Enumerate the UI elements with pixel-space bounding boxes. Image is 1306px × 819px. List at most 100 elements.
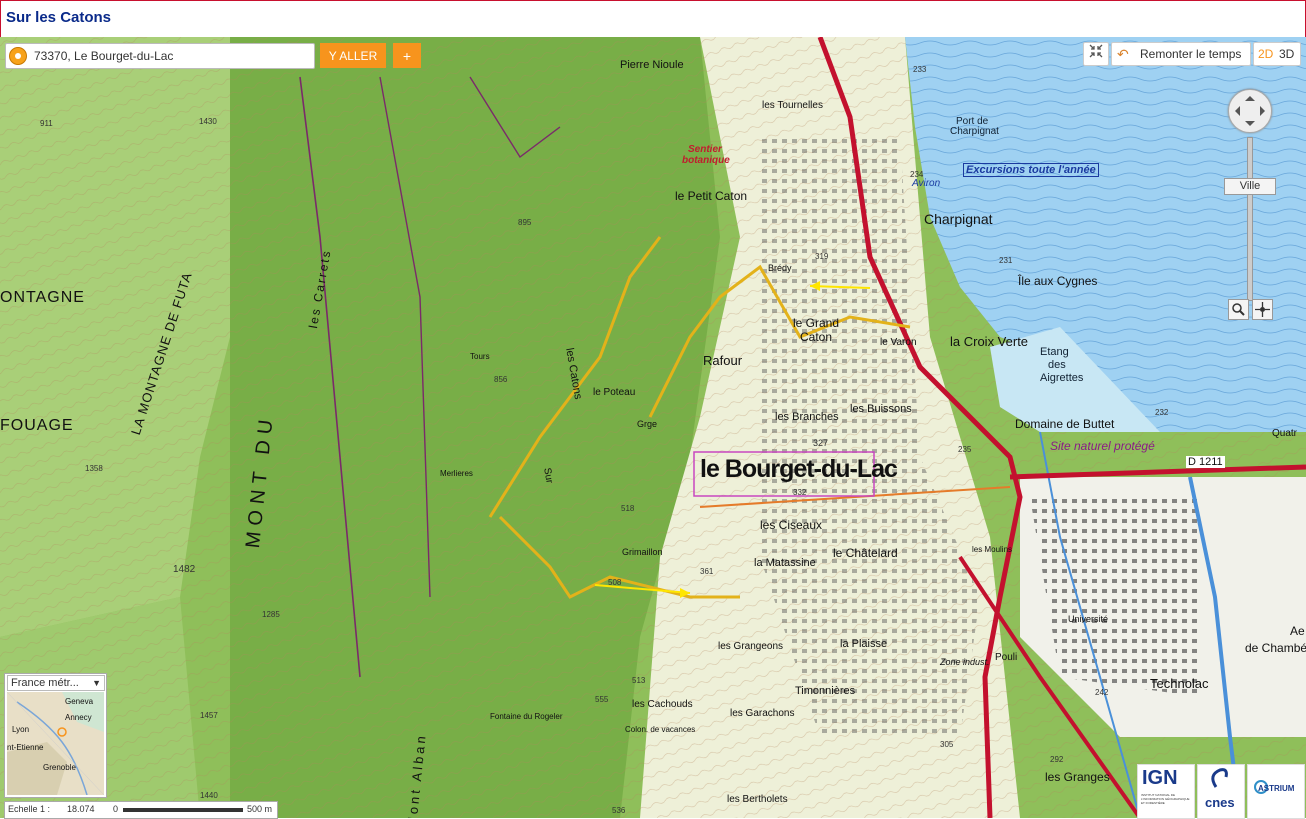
page-title: Sur les Catons [6,9,112,26]
place-label: les Grangeons [718,641,784,652]
place-label: Pierre Nioule [620,59,684,71]
elevation: 361 [700,567,714,576]
history-button[interactable]: ↶ Remonter le temps [1111,42,1251,66]
place-label: ONTAGNE [0,289,85,306]
go-button[interactable]: Y ALLER [320,43,386,68]
mode-2d-button[interactable]: 2D [1258,43,1273,65]
elevation: 292 [1050,755,1064,764]
undo-arrow-icon: ↶ [1117,46,1129,62]
view-mode-toggle[interactable]: 2D 3D [1253,42,1301,66]
place-label: Etang [1040,346,1069,358]
center-button[interactable] [1252,299,1273,320]
place-label: le Grand [793,316,840,330]
pan-control[interactable] [1228,89,1272,133]
elevation: 1440 [200,791,218,800]
elevation: 518 [621,504,635,513]
town-label: le Bourget-du-Lac [700,455,898,483]
scale-value: 18.074 [67,804,95,814]
elevation: 305 [940,740,954,749]
place-label: Technolac [1150,676,1209,691]
elevation: 232 [1155,408,1169,417]
place-label: Charpignat [950,126,999,137]
elevation: 1482 [173,564,196,575]
lake-excursions-label: Excursions toute l'année [963,163,1099,177]
elevation: 856 [494,375,508,384]
place-label: Quatr [1272,428,1298,439]
plus-button[interactable]: + [393,43,421,68]
locate-icon[interactable] [9,47,27,65]
place-label: Grimaillon [622,547,663,557]
history-label: Remonter le temps [1140,47,1242,61]
place-label: Charpignat [924,211,993,227]
scale-graphic [123,808,243,812]
minimap-place: Geneva [65,697,94,706]
place-label: FOUAGE [0,417,74,434]
place-label: le Poteau [593,387,636,398]
place-label: Timonnières [795,685,856,697]
place-label: le Châtelard [833,546,898,560]
place-label: les Garachons [730,708,795,719]
place-label: les Moulins [972,545,1013,554]
place-label: Tours [470,352,490,361]
place-label: Fontaine du Rogeler [490,712,563,721]
zoom-slider[interactable] [1247,137,1253,301]
place-label: Pouli [995,652,1018,663]
mode-3d-button[interactable]: 3D [1279,43,1294,65]
pan-up-icon[interactable] [1245,91,1255,101]
minimap-place: Grenoble [43,763,76,772]
elevation: 242 [1095,688,1109,697]
elevation: 513 [632,676,646,685]
elevation: 233 [913,65,927,74]
elevation: 1457 [200,711,218,720]
minimap-place: Lyon [12,725,30,734]
place-label: Zone indust. [940,657,990,667]
place-label: Aviron [912,178,941,189]
map-view[interactable]: le Bourget-du-Lac le Petit Caton Pierre … [0,37,1306,818]
collapse-icon [1089,44,1103,58]
basemap-select[interactable]: France métr... ▼ [7,675,105,691]
elevation: 555 [595,695,609,704]
place-label: Domaine de Buttet [1015,417,1115,431]
search-input[interactable] [32,46,314,66]
elevation: 508 [608,578,622,587]
pan-down-icon[interactable] [1245,121,1255,131]
place-label: botanique [682,155,730,166]
search-box[interactable] [5,43,315,69]
place-label: Brédy [768,263,792,273]
scale-end: 500 m [247,804,273,814]
overview-map[interactable]: France métr... ▼ Geneva Annecy Lyon nt-E… [4,673,107,798]
place-label: les Buissons [850,403,912,415]
place-label: le Petit Caton [675,189,748,203]
elevation: 327 [813,438,829,448]
place-label: la Plaisse [840,638,888,650]
place-label: Ae [1290,624,1305,638]
elevation: 1430 [199,117,217,126]
protected-site-label: Site naturel protégé [1050,439,1155,453]
ign-logo: IGN INSTITUT NATIONAL DE L'INFORMATION G… [1137,764,1195,819]
place-label: les Bertholets [727,794,788,805]
place-label: Colon. de vacances [625,725,696,734]
place-label: Rafour [703,353,743,368]
place-label: Île aux Cygnes [1018,274,1098,288]
minimap[interactable]: Geneva Annecy Lyon nt-Etienne Grenoble [7,692,104,795]
zoom-search-button[interactable] [1228,299,1249,320]
zoom-level-label[interactable]: Ville [1224,178,1276,195]
place-label: Université [1068,614,1109,624]
fullscreen-button[interactable] [1083,42,1109,66]
elevation: 235 [958,445,972,454]
pan-left-icon[interactable] [1230,106,1240,116]
elevation: 1285 [262,610,280,619]
place-label: les Ciseaux [760,518,823,532]
elevation: 319 [815,252,829,261]
elevation: 1358 [85,464,103,473]
basemap-value: France métr... [11,677,79,689]
cnes-swirl-icon [1211,768,1228,788]
pan-right-icon[interactable] [1260,106,1270,116]
place-label: de Chambé [1245,641,1306,655]
provider-logos: IGN INSTITUT NATIONAL DE L'INFORMATION G… [1137,764,1305,819]
minimap-place: nt-Etienne [7,743,44,752]
place-label: Sentier [688,144,722,155]
place-label: les Cachouds [632,699,693,710]
place-label: les Granges [1045,770,1110,784]
place-label: Merlieres [440,469,473,478]
